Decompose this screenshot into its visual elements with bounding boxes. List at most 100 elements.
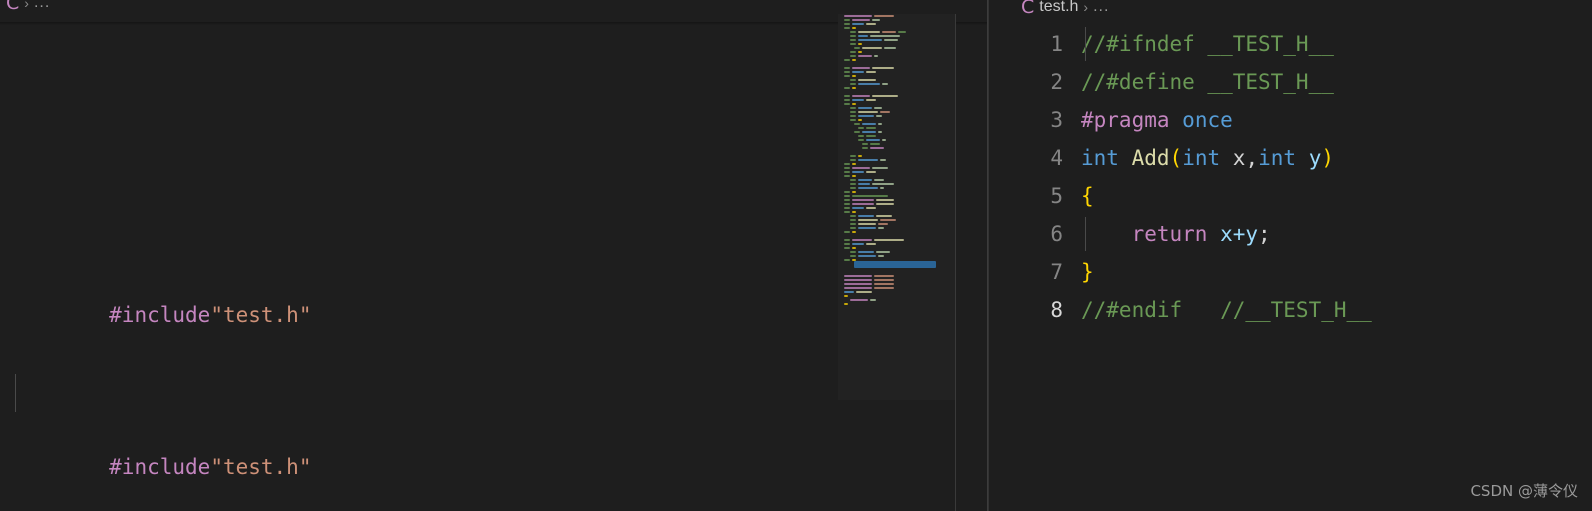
minimap-token <box>858 43 862 45</box>
minimap-token <box>850 219 856 221</box>
minimap-token <box>844 195 850 197</box>
minimap-token <box>844 15 872 17</box>
minimap-token <box>862 47 882 49</box>
breadcrumb-right[interactable]: C test.h › ... <box>989 0 1592 18</box>
minimap-token <box>844 19 850 21</box>
minimap-token <box>852 259 856 261</box>
minimap-token <box>844 167 850 169</box>
minimap-token <box>844 27 850 29</box>
minimap-token <box>844 199 850 201</box>
minimap-token <box>844 247 850 249</box>
minimap-divider <box>955 12 956 511</box>
minimap-token <box>858 119 862 121</box>
minimap-token <box>874 279 894 281</box>
minimap-token <box>844 287 872 289</box>
minimap-token <box>850 107 856 109</box>
code-row[interactable]: 2 //#define __TEST_H__ <box>989 63 1592 101</box>
breadcrumb-overflow-dots[interactable]: ... <box>1093 0 1109 18</box>
minimap-token <box>858 31 880 33</box>
minimap-token <box>852 191 856 193</box>
minimap-token <box>850 187 856 189</box>
minimap-token <box>852 199 874 201</box>
minimap-token <box>844 211 850 213</box>
editor-split-divider[interactable] <box>987 0 988 511</box>
minimap-token <box>852 87 856 89</box>
minimap-token <box>882 139 886 141</box>
minimap-token <box>850 227 856 229</box>
minimap-token <box>866 71 876 73</box>
minimap-token <box>866 207 876 209</box>
minimap-token <box>862 147 868 149</box>
minimap-token <box>872 183 894 185</box>
indent-guide <box>1085 217 1086 251</box>
minimap-token <box>858 227 876 229</box>
minimap-token <box>850 255 856 257</box>
line-number: 4 <box>1050 146 1063 170</box>
minimap-token <box>852 171 864 173</box>
minimap-token <box>880 111 890 113</box>
minimap-token <box>850 179 856 181</box>
add-function-name: Add <box>1131 146 1170 170</box>
minimap-token <box>870 35 900 37</box>
minimap-token <box>874 287 894 289</box>
breadcrumb-file-name[interactable]: test.h <box>1039 0 1078 18</box>
indent-guide <box>1085 27 1086 61</box>
minimap-token <box>844 75 850 77</box>
minimap-token <box>858 155 862 157</box>
define-comment: //#define __TEST_H__ <box>1081 70 1334 94</box>
include-directive: #include <box>109 303 211 327</box>
minimap-token <box>852 67 870 69</box>
line-number: 5 <box>1050 184 1063 208</box>
minimap-token <box>874 15 894 17</box>
minimap-token <box>852 71 864 73</box>
int-return-type: int <box>1081 146 1119 170</box>
include-header-string: "test.h" <box>210 455 312 479</box>
minimap-token <box>844 279 872 281</box>
minimap-token <box>854 47 860 49</box>
line-number: 3 <box>1050 108 1063 132</box>
pragma-directive: #pragma <box>1081 108 1170 132</box>
code-row[interactable]: 6 return x+y; <box>989 215 1592 253</box>
minimap-token <box>844 99 850 101</box>
minimap-token <box>876 203 894 205</box>
minimap-token <box>866 171 876 173</box>
editor-pane-left[interactable]: C › ... //get table 1 & table #include"t… <box>0 0 988 511</box>
code-row[interactable]: 7 } <box>989 253 1592 291</box>
minimap-token <box>852 175 856 177</box>
minimap-token <box>852 239 872 241</box>
minimap-token <box>882 83 888 85</box>
minimap-token <box>866 135 876 137</box>
minimap-token <box>898 31 906 33</box>
code-row[interactable]: 3 #pragma once <box>989 101 1592 139</box>
minimap-token <box>852 231 856 233</box>
line-number: 6 <box>1050 222 1063 246</box>
editor-pane-right[interactable]: C test.h › ... 1 //#ifndef __TEST_H__ 2 … <box>988 0 1592 511</box>
minimap-token <box>858 127 864 129</box>
code-row-active[interactable]: 8 //#endif //__TEST_H__ <box>989 291 1592 331</box>
minimap-token <box>858 35 868 37</box>
minimap-token <box>858 187 878 189</box>
code-row[interactable]: 5 { <box>989 177 1592 215</box>
code-content-right[interactable]: 1 //#ifndef __TEST_H__ 2 //#define __TES… <box>989 25 1592 331</box>
minimap-token <box>874 283 894 285</box>
minimap-token <box>880 159 886 161</box>
minimap-token <box>854 131 860 133</box>
minimap-token <box>850 251 856 253</box>
minimap[interactable] <box>838 0 955 400</box>
minimap-token <box>850 55 856 57</box>
code-row[interactable]: 4 int Add(int x,int y) <box>989 139 1592 177</box>
once-keyword: once <box>1182 108 1233 132</box>
minimap-token <box>850 83 856 85</box>
minimap-token <box>858 79 876 81</box>
code-line[interactable]: #include"test.h" <box>0 410 988 479</box>
code-row[interactable]: 1 //#ifndef __TEST_H__ <box>989 25 1592 63</box>
minimap-token <box>876 251 890 253</box>
minimap-token <box>850 39 856 41</box>
minimap-token <box>878 223 888 225</box>
minimap-token <box>874 179 884 181</box>
breadcrumb-left[interactable]: C › ... <box>0 0 988 14</box>
breadcrumb-overflow-dots[interactable]: ... <box>34 0 50 14</box>
include-header-string: "test.h" <box>210 303 312 327</box>
